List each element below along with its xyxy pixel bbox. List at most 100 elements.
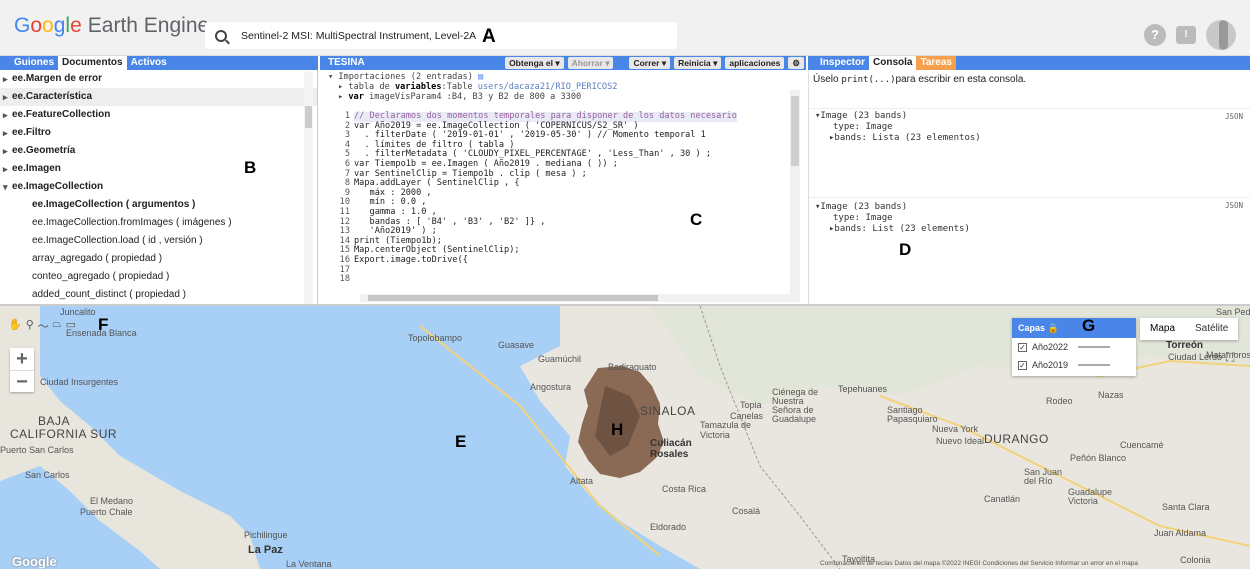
map-label: Rodeo	[1046, 396, 1073, 406]
map-type-satellite[interactable]: Satélite	[1185, 318, 1238, 340]
imports-copy-icon[interactable]: ▤	[478, 72, 483, 82]
code-line[interactable]: Export.image.toDrive({	[354, 255, 737, 266]
annotation-e: E	[455, 432, 467, 451]
doc-sub-item[interactable]: ee.ImageCollection ( argumentos )	[0, 196, 317, 214]
code-line[interactable]	[354, 266, 737, 276]
marker-icon[interactable]: ⚲	[26, 318, 34, 334]
tab-assets[interactable]: Activos	[127, 56, 171, 70]
logo-product: Earth Engine	[87, 14, 210, 37]
map-label: Badiraguato	[608, 362, 657, 372]
map-label: La Ventana	[286, 559, 332, 569]
layer-checkbox[interactable]: ✓	[1018, 360, 1027, 370]
header-icons: ? !	[1144, 20, 1236, 50]
tab-inspector[interactable]: Inspector	[816, 56, 869, 70]
editor-hscroll[interactable]	[360, 294, 800, 302]
tab-docs[interactable]: Documentos	[58, 56, 127, 70]
layer-row[interactable]: ✓ Año2022	[1012, 338, 1136, 356]
console-output[interactable]: ▾Image (23 bands) type: Image ▸bands: Li…	[809, 197, 1250, 257]
doc-sub-item[interactable]: ee.ImageCollection.fromImages ( imágenes…	[0, 214, 317, 232]
map-label: San Carlos	[25, 470, 70, 480]
avatar[interactable]	[1206, 20, 1236, 50]
map-label: Guasave	[498, 340, 535, 350]
help-icon[interactable]: ?	[1144, 24, 1166, 46]
output-bands[interactable]: bands: Lista (23 elementos)	[834, 133, 980, 143]
layers-header[interactable]: Capas 🔒	[1012, 318, 1136, 338]
json-button[interactable]: JSON	[1225, 200, 1243, 211]
map-label: Puerto San Carlos	[0, 445, 74, 455]
top-bar: Google Earth Engine Sentinel-2 MSI: Multi…	[0, 0, 1250, 56]
doc-sub-item[interactable]: conteo_agregado ( propiedad )	[0, 268, 317, 286]
line-icon[interactable]: 〜	[38, 318, 49, 334]
get-link-button[interactable]: Obtenga el ▾	[505, 57, 564, 69]
annotation-g: G	[1082, 316, 1096, 335]
output-type: type: Image	[833, 122, 893, 132]
hand-icon[interactable]: ✋	[8, 318, 22, 334]
code-editor[interactable]: ▾ Importaciones (2 entradas) ▤ ▸ tabla d…	[320, 70, 806, 306]
imports-header[interactable]: Importaciones (2 entradas)	[338, 72, 473, 82]
layer-row[interactable]: ✓ Año2019	[1012, 356, 1136, 374]
code-lines[interactable]: // Declaramos dos momentos temporales pa…	[354, 111, 737, 285]
annotation-d: D	[899, 240, 912, 259]
doc-item-error-margin[interactable]: ee.Margen de error	[0, 70, 317, 88]
left-tab-bar: Guiones Documentos Activos	[0, 56, 318, 70]
console-hint-code: print(...)	[841, 75, 896, 85]
zoom-out-button[interactable]: −	[10, 370, 34, 393]
console-hint-post: para escribir en esta consola.	[895, 74, 1027, 85]
annotation-h: H	[611, 420, 624, 439]
save-button[interactable]: Ahorrar ▾	[567, 57, 614, 69]
import-link[interactable]: users/dacaza21/RIO_PERICOS2	[478, 82, 618, 92]
map-label: San Pedro	[1216, 307, 1250, 317]
doc-item-featurecollection[interactable]: ee.FeatureCollection	[0, 106, 317, 124]
output-title[interactable]: Image (23 bands)	[820, 111, 907, 121]
editor-vscroll[interactable]	[790, 90, 800, 296]
polygon-icon[interactable]: ⏢	[53, 318, 62, 334]
doc-item-geometry[interactable]: ee.Geometría	[0, 142, 317, 160]
map-label: Cosalá	[732, 506, 761, 516]
map-type-map[interactable]: Mapa	[1140, 318, 1185, 340]
code-line[interactable]	[354, 275, 737, 285]
imports-section: ▾ Importaciones (2 entradas) ▤ ▸ tabla d…	[328, 72, 618, 102]
map-label: San Juan del Río	[1024, 467, 1063, 486]
gear-icon[interactable]: ⚙	[788, 57, 804, 69]
map-label: El Medano	[90, 496, 134, 506]
doc-sub-item[interactable]: ee.ImageCollection.load ( id , versión )	[0, 232, 317, 250]
map-label: Guadalupe Victoria	[1068, 487, 1113, 506]
doc-sub-item[interactable]: array_agregado ( propiedad )	[0, 250, 317, 268]
reset-button[interactable]: Reinicia ▾	[674, 57, 722, 69]
map-label: DURANGO	[984, 432, 1049, 446]
tab-console[interactable]: Consola	[869, 56, 917, 70]
opacity-slider[interactable]	[1078, 364, 1111, 366]
output-bands[interactable]: bands: List (23 elements)	[834, 224, 969, 234]
run-label: Correr	[633, 58, 660, 68]
get-link-label: Obtenga el	[509, 58, 553, 68]
earth-engine-logo[interactable]: Google Earth Engine	[14, 14, 209, 38]
opacity-slider[interactable]	[1078, 346, 1111, 348]
output-title[interactable]: Image (23 bands)	[820, 202, 907, 212]
doc-item-image[interactable]: ee.Imagen	[0, 160, 317, 178]
layer-name: Año2019	[1032, 360, 1069, 370]
console-panel: Úselo print(...)para escribir en esta co…	[808, 70, 1250, 306]
doc-item-imagecollection[interactable]: ee.ImageCollection	[0, 178, 317, 196]
search-input[interactable]: Sentinel-2 MSI: MultiSpectral Instrument…	[205, 22, 677, 49]
console-output[interactable]: ▾Image (23 bands) type: Image ▸bands: Li…	[809, 108, 1250, 184]
doc-item-feature[interactable]: ee.Característica	[0, 88, 317, 106]
run-button[interactable]: Correr ▾	[629, 57, 671, 69]
reset-label: Reinicia	[678, 58, 711, 68]
layer-checkbox[interactable]: ✓	[1018, 342, 1027, 352]
map-footer[interactable]: Combinaciones de teclas Datos del mapa ©…	[820, 560, 1138, 567]
map-label: La Paz	[248, 544, 283, 556]
lock-icon[interactable]: 🔒	[1048, 323, 1059, 333]
json-button[interactable]: JSON	[1225, 111, 1243, 122]
map-label: SINALOA	[640, 404, 696, 418]
tab-scripts[interactable]: Guiones	[10, 56, 58, 70]
feedback-icon[interactable]: !	[1176, 26, 1196, 44]
doc-item-filter[interactable]: ee.Filtro	[0, 124, 317, 142]
apps-button[interactable]: aplicaciones	[725, 57, 785, 69]
tab-tasks[interactable]: Tareas	[916, 56, 956, 70]
doc-sub-item[interactable]: added_count_distinct ( propiedad )	[0, 286, 317, 304]
map-label: Juan Aldama	[1154, 528, 1207, 538]
docs-scrollbar[interactable]	[304, 72, 313, 304]
zoom-in-button[interactable]: +	[10, 348, 34, 370]
map-type-control: Mapa Satélite	[1140, 318, 1239, 340]
annotation-a: A	[482, 26, 496, 47]
